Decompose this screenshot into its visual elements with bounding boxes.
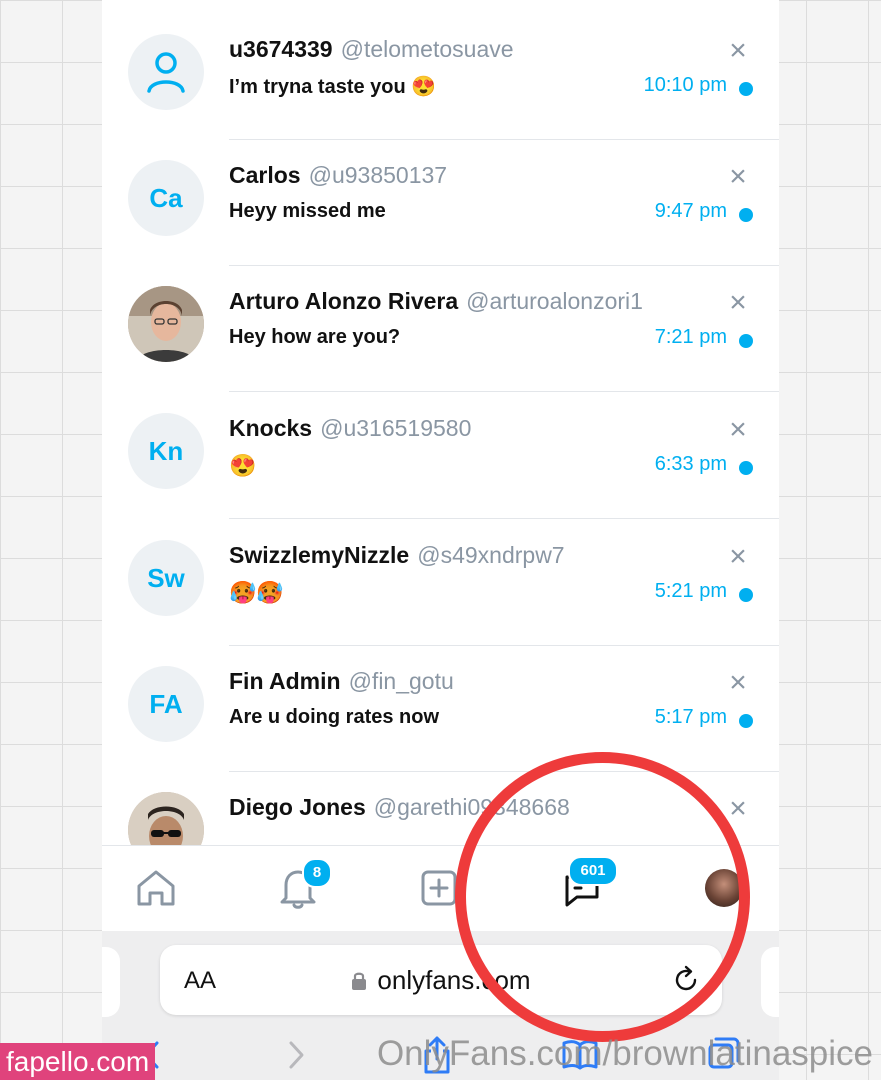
forward-icon[interactable] <box>286 1039 306 1071</box>
watermark-left: fapello.com <box>0 1043 156 1080</box>
chat-row[interactable]: Ca Carlos @u93850137 Heyy missed me × 9:4… <box>102 140 779 266</box>
lock-icon <box>352 972 367 990</box>
contact-handle[interactable]: @arturoalonzori1 <box>466 288 643 314</box>
tab-notifications[interactable]: 8 <box>268 858 332 916</box>
unread-dot <box>739 82 753 96</box>
avatar[interactable]: Sw <box>128 540 204 616</box>
avatar[interactable] <box>128 792 204 845</box>
tab-home[interactable] <box>126 860 186 916</box>
chat-row[interactable]: Arturo Alonzo Rivera @arturoalonzori1 Hey… <box>102 266 779 392</box>
profile-photo <box>128 286 204 362</box>
contact-handle[interactable]: @u93850137 <box>309 162 447 188</box>
watermark-right: OnlyFans.com/brownlatinaspice <box>376 1034 873 1073</box>
contact-name[interactable]: Diego Jones <box>229 794 366 820</box>
avatar[interactable]: Kn <box>128 413 204 489</box>
close-icon[interactable]: × <box>723 36 753 66</box>
message-preview: 😍 <box>229 453 257 478</box>
chat-row[interactable]: u3674339 @telometosuave I’m tryna taste y… <box>102 14 779 140</box>
close-icon[interactable]: × <box>723 288 753 318</box>
unread-dot <box>739 714 753 728</box>
profile-photo <box>128 792 204 845</box>
unread-dot <box>739 588 753 602</box>
close-icon[interactable]: × <box>723 162 753 192</box>
contact-handle[interactable]: @telometosuave <box>341 36 514 62</box>
contact-name[interactable]: Arturo Alonzo Rivera <box>229 288 458 314</box>
message-preview: Are u doing rates now <box>229 706 440 728</box>
avatar[interactable]: FA <box>128 666 204 742</box>
contact-name[interactable]: SwizzlemyNizzle <box>229 542 409 568</box>
avatar[interactable] <box>128 34 204 110</box>
message-time: 5:17 pm <box>654 706 727 728</box>
contact-handle[interactable]: @fin_gotu <box>349 668 454 694</box>
unread-dot <box>739 334 753 348</box>
message-time: 6:33 pm <box>654 453 727 475</box>
contact-handle[interactable]: @s49xndrpw7 <box>417 542 564 568</box>
notifications-badge: 8 <box>302 858 332 888</box>
highlight-circle <box>455 752 750 1042</box>
previous-tab-edge[interactable] <box>102 947 120 1017</box>
contact-name[interactable]: u3674339 <box>229 36 333 62</box>
message-preview: I’m tryna taste you 😍 <box>229 76 437 98</box>
next-tab-edge[interactable] <box>761 947 779 1017</box>
divider <box>229 518 779 519</box>
close-icon[interactable]: × <box>723 542 753 572</box>
divider <box>229 391 779 392</box>
message-time: 7:21 pm <box>654 326 727 348</box>
message-time: 5:21 pm <box>654 580 727 602</box>
avatar[interactable] <box>128 286 204 362</box>
person-icon <box>147 52 185 93</box>
message-time: 9:47 pm <box>654 200 727 222</box>
contact-name[interactable]: Fin Admin <box>229 668 341 694</box>
avatar[interactable]: Ca <box>128 160 204 236</box>
chat-row[interactable]: FA Fin Admin @fin_gotu Are u doing rates … <box>102 646 779 772</box>
unread-dot <box>739 208 753 222</box>
chat-list: u3674339 @telometosuave I’m tryna taste y… <box>102 0 779 845</box>
home-icon <box>137 870 175 906</box>
message-preview: Heyy missed me <box>229 200 386 222</box>
message-preview: 🥵🥵 <box>229 580 284 605</box>
contact-handle[interactable]: @u316519580 <box>320 415 471 441</box>
message-time: 10:10 pm <box>643 74 727 96</box>
chat-row[interactable]: Sw SwizzlemyNizzle @s49xndrpw7 🥵🥵 × 5:21 … <box>102 520 779 646</box>
chat-row[interactable]: Kn Knocks @u316519580 😍 × 6:33 pm <box>102 393 779 519</box>
contact-name[interactable]: Carlos <box>229 162 301 188</box>
close-icon[interactable]: × <box>723 415 753 445</box>
message-preview: Hey how are you? <box>229 326 401 348</box>
unread-dot <box>739 461 753 475</box>
close-icon[interactable]: × <box>723 668 753 698</box>
plus-square-icon <box>421 870 457 906</box>
contact-name[interactable]: Knocks <box>229 415 312 441</box>
